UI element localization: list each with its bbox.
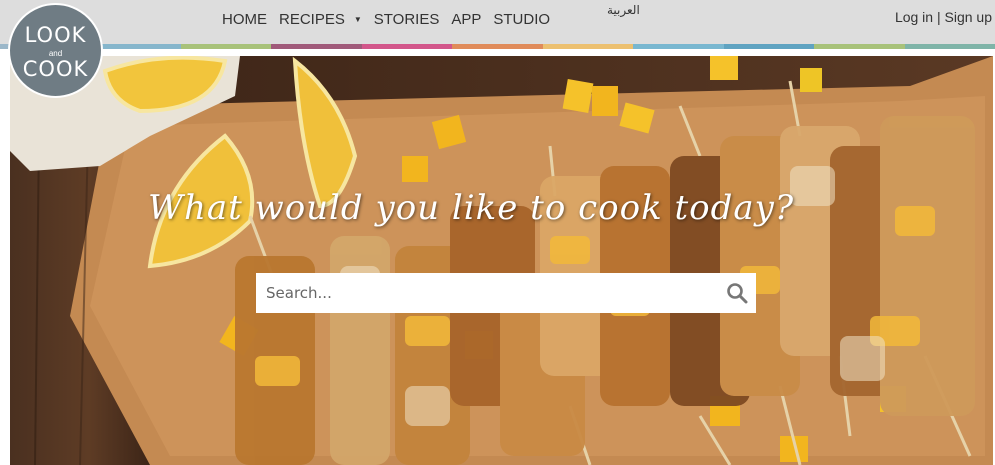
signup-link[interactable]: Sign up <box>945 9 992 25</box>
stripe-segment <box>904 44 995 49</box>
search-input[interactable] <box>256 273 756 313</box>
stripe-segment <box>180 44 272 49</box>
search-icon[interactable] <box>726 282 748 304</box>
hero-food-image <box>10 56 993 465</box>
nav-studio[interactable]: STUDIO <box>493 11 550 28</box>
nav-home[interactable]: HOME <box>222 11 267 28</box>
nav-recipes[interactable]: RECIPES ▼ <box>279 11 362 28</box>
top-navigation-bar: HOME RECIPES ▼ STORIES APP STUDIO العربي… <box>0 0 995 44</box>
hero-banner: What would you like to cook today? <box>10 56 993 465</box>
auth-separator: | <box>936 9 941 25</box>
nav-stories[interactable]: STORIES <box>374 11 440 28</box>
color-stripe-bar <box>0 44 995 49</box>
auth-links: Log in | Sign up <box>895 9 992 25</box>
logo-text-cook: COOK <box>22 57 89 81</box>
stripe-segment <box>633 44 724 49</box>
search-box <box>256 273 756 313</box>
hero-tagline: What would you like to cook today? <box>148 188 795 228</box>
stripe-segment <box>271 44 362 49</box>
stripe-segment <box>90 44 181 49</box>
login-link[interactable]: Log in <box>895 9 933 25</box>
language-switch-arabic[interactable]: العربية <box>607 3 640 17</box>
stripe-segment <box>361 44 453 49</box>
main-nav: HOME RECIPES ▼ STORIES APP STUDIO <box>222 11 562 28</box>
nav-recipes-label: RECIPES <box>279 11 345 28</box>
stripe-segment <box>723 44 815 49</box>
look-and-cook-logo[interactable]: LOOK and COOK <box>8 3 103 98</box>
stripe-segment <box>542 44 634 49</box>
caret-down-icon: ▼ <box>353 15 362 24</box>
stripe-segment <box>814 44 905 49</box>
nav-app[interactable]: APP <box>451 11 481 28</box>
logo-text-look: LOOK <box>24 23 87 47</box>
stripe-segment <box>452 44 543 49</box>
